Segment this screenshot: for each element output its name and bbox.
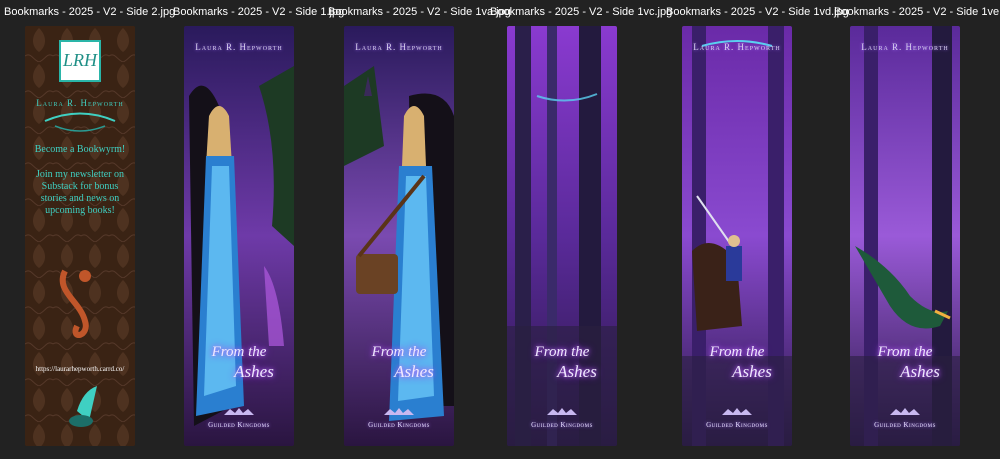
cover-artwork <box>682 26 792 446</box>
thumbnail-side-1vd[interactable]: Bookmarks - 2025 - V2 - Side 1vd.jpg Lau… <box>660 0 849 459</box>
filename-label: Bookmarks - 2025 - V2 - Side 1vc.jpg <box>490 6 673 18</box>
bookmark-front-image: Laura R. Hepworth From the Ashes Guilded… <box>850 26 960 446</box>
cover-title-line-1: From the <box>877 344 933 360</box>
cover-title-line-2: Ashes <box>557 362 597 381</box>
cover-artwork <box>850 26 960 446</box>
crown-emblem-icon <box>547 408 577 415</box>
back-url: https://laurarhepworth.carrd.co/ <box>35 365 125 373</box>
cover-series-name: Guilded Kingdoms <box>368 421 430 429</box>
filename-label: Bookmarks - 2025 - V2 - Side 1vd.jpg <box>666 6 849 18</box>
filename-label: Bookmarks - 2025 - V2 - Side 1.jpg <box>173 6 345 18</box>
crown-emblem-icon <box>890 408 920 415</box>
filename-label: Bookmarks - 2025 - V2 - Side 1va.jpg <box>328 6 511 18</box>
back-headline: Become a Bookwyrm! <box>34 144 126 155</box>
cover-author-name: Laura R. Hepworth <box>195 42 283 52</box>
cover-title-line-2: Ashes <box>234 362 274 381</box>
thumbnail-side-1[interactable]: Bookmarks - 2025 - V2 - Side 1.jpg Laura… <box>160 0 344 459</box>
cover-title-line-1: From the <box>211 344 267 360</box>
bookmark-back-image: LRH Laura R. Hepworth Become a Bookwyrm!… <box>25 26 135 446</box>
crown-emblem-icon <box>224 408 254 415</box>
cover-artwork <box>184 26 294 446</box>
filename-label: Bookmarks - 2025 - V2 - Side 2.jpg <box>4 6 176 18</box>
bookmark-front-image: From the Ashes Guilded Kingdoms <box>507 26 617 446</box>
bookmark-front-image: Laura R. Hepworth From the Ashes Guilded… <box>344 26 454 446</box>
cover-artwork <box>344 26 454 446</box>
cover-title-line-1: From the <box>534 344 590 360</box>
cover-artwork <box>507 26 617 446</box>
cover-series-name: Guilded Kingdoms <box>531 421 593 429</box>
filename-label: Bookmarks - 2025 - V2 - Side 1ve.jpg <box>834 6 1000 18</box>
author-logo: LRH <box>59 40 101 82</box>
thumbnail-side-2[interactable]: Bookmarks - 2025 - V2 - Side 2.jpg LRH L… <box>0 0 175 459</box>
cover-author-name: Laura R. Hepworth <box>861 42 949 52</box>
cover-author-name: Laura R. Hepworth <box>693 42 781 52</box>
cover-title-line-1: From the <box>371 344 427 360</box>
damask-pattern <box>25 26 135 446</box>
crown-emblem-icon <box>722 408 752 415</box>
logo-monogram: LRH <box>62 50 97 70</box>
thumbnail-side-1ve[interactable]: Bookmarks - 2025 - V2 - Side 1ve.jpg Lau… <box>830 0 1000 459</box>
thumbnail-side-1va[interactable]: Bookmarks - 2025 - V2 - Side 1va.jpg Lau… <box>325 0 511 459</box>
back-author-name: Laura R. Hepworth <box>36 98 124 108</box>
cover-title-line-1: From the <box>709 344 765 360</box>
cover-title-line-2: Ashes <box>732 362 772 381</box>
cover-author-name: Laura R. Hepworth <box>355 42 443 52</box>
thumbnail-side-1vc[interactable]: Bookmarks - 2025 - V2 - Side 1vc.jpg Fro… <box>490 0 672 459</box>
bookmark-front-image: Laura R. Hepworth From the Ashes Guilded… <box>682 26 792 446</box>
cover-series-name: Guilded Kingdoms <box>208 421 270 429</box>
crown-emblem-icon <box>384 408 414 415</box>
cover-title-line-2: Ashes <box>900 362 940 381</box>
cover-series-name: Guilded Kingdoms <box>874 421 936 429</box>
cover-title-line-2: Ashes <box>394 362 434 381</box>
cover-series-name: Guilded Kingdoms <box>706 421 768 429</box>
bookmark-front-image: Laura R. Hepworth From the Ashes Guilded… <box>184 26 294 446</box>
back-body-text: Join my newsletter on Substack for bonus… <box>35 169 125 216</box>
